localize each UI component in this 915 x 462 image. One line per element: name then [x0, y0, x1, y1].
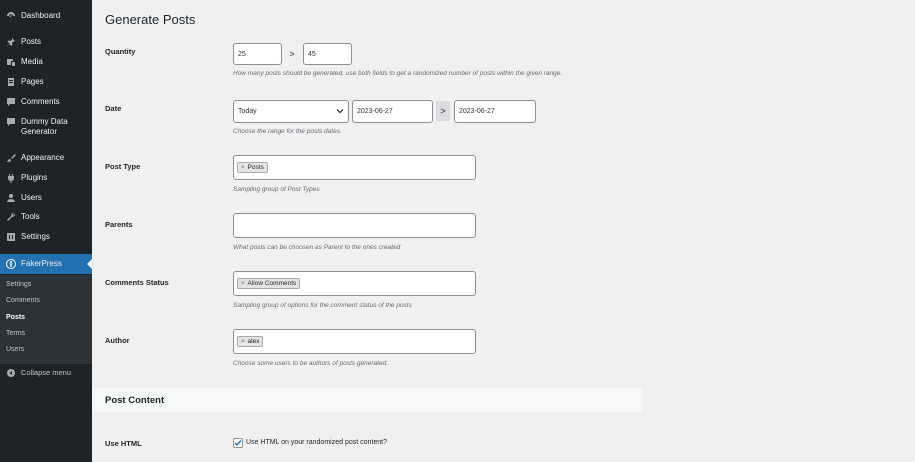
user-icon: [6, 193, 16, 203]
date-preset-select[interactable]: Today: [233, 100, 349, 123]
tag-remove-icon[interactable]: ×: [241, 281, 245, 287]
quantity-max-input[interactable]: 45: [303, 43, 352, 65]
post-type-tag: × Posts: [237, 162, 268, 173]
use-html-checkbox[interactable]: [233, 438, 243, 448]
submenu-terms[interactable]: Terms: [6, 330, 25, 337]
parents-input[interactable]: [233, 213, 476, 238]
fakerpress-submenu: Settings Comments Posts Terms Users: [0, 275, 92, 364]
quantity-range-separator: >: [289, 49, 295, 59]
tag-remove-icon[interactable]: ×: [241, 339, 245, 345]
menu-label: Tools: [21, 212, 40, 221]
menu-label: Posts: [21, 37, 42, 46]
brush-icon: [6, 153, 16, 163]
pin-icon: [6, 37, 16, 47]
collapse-icon: [6, 368, 16, 378]
media-icon: [6, 57, 16, 67]
comments-status-description: Sampling group of options for the commen…: [233, 302, 412, 309]
menu-label: FakerPress: [21, 259, 62, 268]
plug-icon: [6, 173, 16, 183]
menu-label: Pages: [21, 77, 44, 86]
author-input[interactable]: × alex: [233, 329, 476, 354]
fakerpress-icon: [6, 259, 16, 269]
menu-label: Collapse menu: [21, 368, 72, 377]
page-title: Generate Posts: [105, 12, 196, 27]
pages-icon: [6, 77, 16, 87]
use-html-checkbox-label[interactable]: Use HTML on your randomized post content…: [246, 439, 387, 446]
menu-label: Dashboard: [21, 11, 61, 20]
submenu-comments[interactable]: Comments: [6, 297, 40, 304]
admin-sidebar: Dashboard Posts Media Pages Comments Dum…: [0, 0, 92, 462]
menu-pages[interactable]: Pages: [0, 77, 92, 87]
parents-description: What posts can be choosen as Parent to t…: [233, 244, 401, 251]
use-html-label: Use HTML: [105, 439, 142, 448]
post-type-label: Post Type: [105, 162, 141, 171]
chevron-down-icon: [336, 109, 344, 114]
quantity-label: Quantity: [105, 47, 136, 56]
submenu-users[interactable]: Users: [6, 346, 24, 353]
dashboard-icon: [6, 11, 16, 21]
comments-status-tag: × Allow Comments: [237, 278, 301, 289]
menu-dashboard[interactable]: Dashboard: [0, 11, 92, 21]
author-description: Choose some users to be authors of posts…: [233, 360, 389, 367]
menu-label: Appearance: [21, 153, 65, 162]
menu-comments[interactable]: Comments: [0, 97, 92, 107]
date-from-input[interactable]: 2023-06-27: [352, 100, 433, 123]
menu-label: Users: [21, 193, 42, 202]
menu-settings[interactable]: Settings: [0, 232, 92, 242]
menu-label: Comments: [21, 97, 60, 106]
parents-label: Parents: [105, 220, 133, 229]
date-label: Date: [105, 104, 122, 113]
post-content-section-header: [92, 388, 642, 412]
wrench-icon: [6, 212, 16, 222]
date-range-separator: >: [436, 101, 450, 121]
post-type-description: Sampling group of Post Types: [233, 186, 320, 193]
menu-plugins[interactable]: Plugins: [0, 173, 92, 183]
date-preset-value: Today: [238, 108, 257, 115]
settings-icon: [6, 232, 16, 242]
author-tag: × alex: [237, 336, 264, 347]
date-description: Choose the range for the posts dates.: [233, 128, 342, 135]
menu-tools[interactable]: Tools: [0, 212, 92, 222]
menu-posts[interactable]: Posts: [0, 37, 92, 47]
quantity-min-input[interactable]: 25: [233, 43, 282, 65]
main-content: Generate Posts Quantity 25 > 45 How many…: [92, 0, 915, 462]
comments-status-label: Comments Status: [105, 278, 169, 287]
menu-users[interactable]: Users: [0, 193, 92, 203]
post-type-input[interactable]: × Posts: [233, 155, 476, 180]
submenu-settings[interactable]: Settings: [6, 281, 31, 288]
collapse-menu-button[interactable]: Collapse menu: [0, 368, 92, 378]
comment-icon: [6, 97, 16, 107]
checkmark-icon: [234, 440, 242, 447]
menu-appearance[interactable]: Appearance: [0, 153, 92, 163]
author-label: Author: [105, 336, 130, 345]
tag-label: Allow Comments: [247, 280, 297, 287]
menu-label: Plugins: [21, 173, 48, 182]
menu-dummy-data-generator[interactable]: Dummy Data Generator: [0, 117, 92, 137]
date-to-input[interactable]: 2023-06-27: [454, 100, 536, 123]
quantity-description: How many posts should be generated, use …: [233, 70, 563, 77]
menu-label: Dummy Data Generator: [21, 117, 68, 136]
tag-remove-icon[interactable]: ×: [241, 165, 245, 171]
tag-label: alex: [247, 338, 260, 345]
comments-status-input[interactable]: × Allow Comments: [233, 271, 476, 296]
post-content-section-title: Post Content: [105, 395, 165, 406]
tag-label: Posts: [247, 164, 264, 171]
menu-label: Settings: [21, 232, 50, 241]
menu-fakerpress[interactable]: FakerPress: [0, 254, 92, 274]
dummy-data-icon: [6, 117, 16, 127]
menu-media[interactable]: Media: [0, 57, 92, 67]
menu-label: Media: [21, 57, 43, 66]
submenu-posts[interactable]: Posts: [6, 314, 25, 321]
